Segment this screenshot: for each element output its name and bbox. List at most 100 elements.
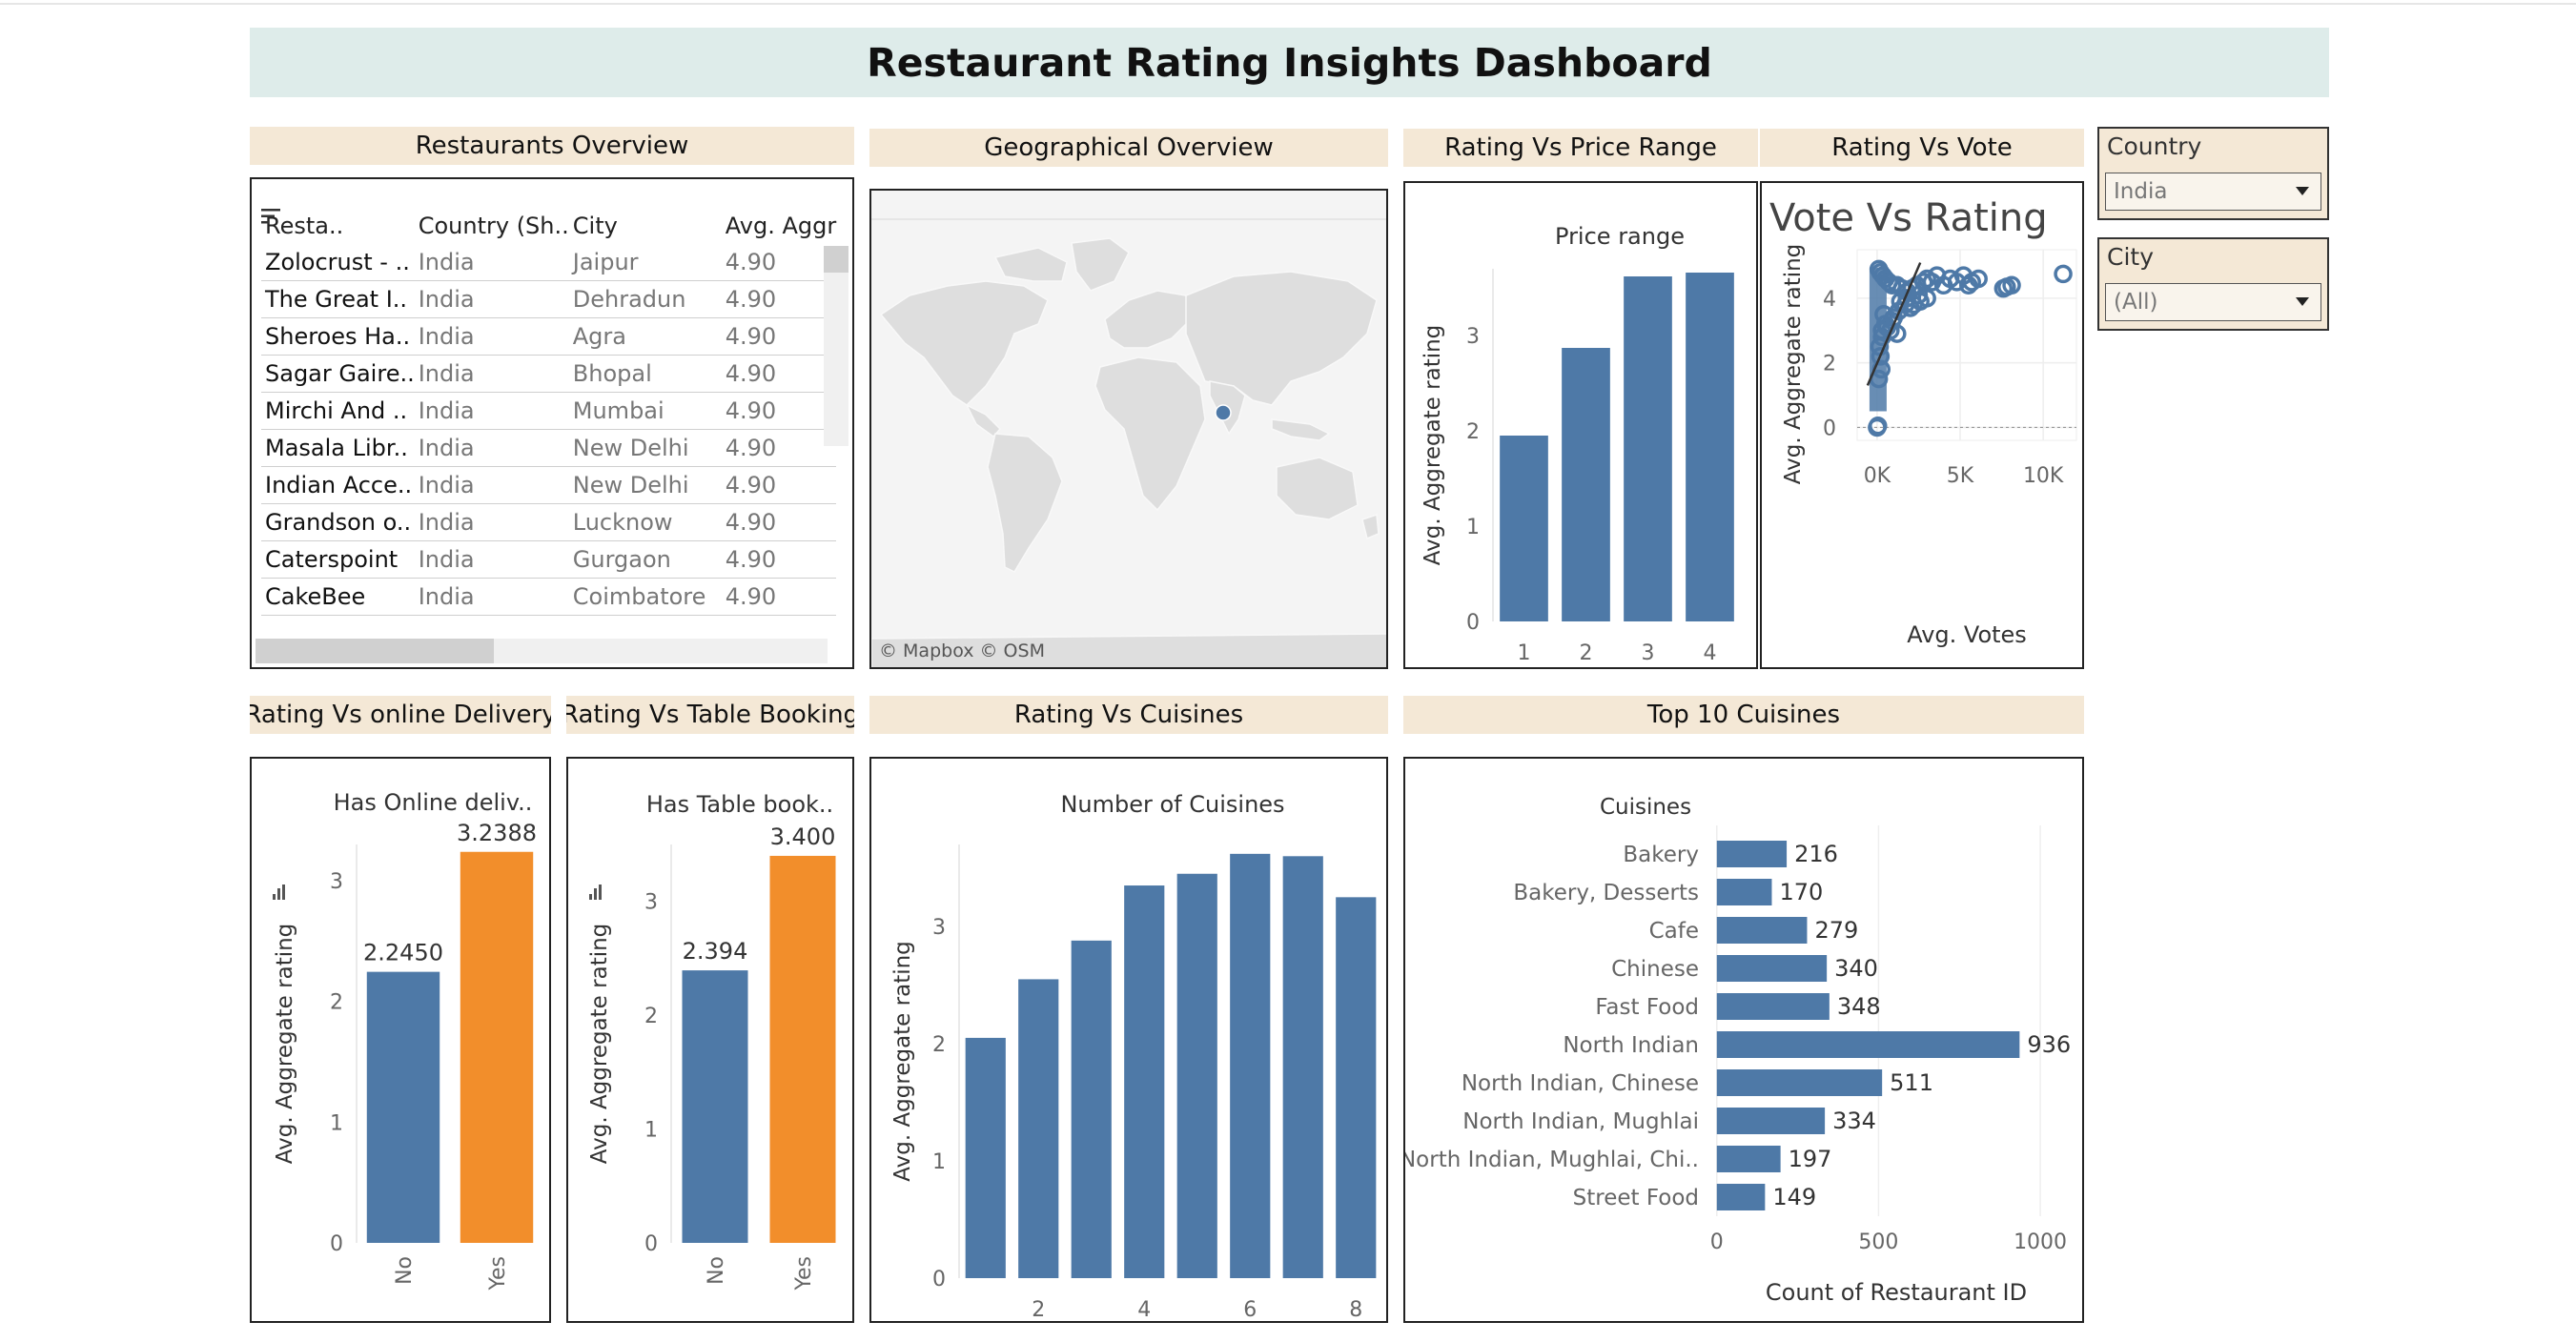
cell-restaurant: Zolocrust - ..	[261, 244, 415, 281]
x-tick-label: 0	[1710, 1230, 1724, 1254]
table-row[interactable]: Sheroes Ha.. India Agra 4.90	[261, 317, 837, 356]
bar-6	[1230, 853, 1271, 1278]
cell-country: India	[414, 280, 569, 318]
y-tick-label: 0	[644, 1232, 658, 1256]
cell-city: Lucknow	[568, 503, 722, 541]
x-tick-label: 5K	[1947, 464, 1974, 488]
chart-title: Has Table book..	[646, 791, 833, 818]
data-label: 2.394	[683, 938, 748, 965]
cell-avg-rating: 4.90	[721, 392, 837, 430]
y-tick-label: 2	[644, 1005, 658, 1028]
data-label: 216	[1794, 841, 1838, 867]
table-row[interactable]: Caterspoint India Gurgaon 4.90	[261, 540, 837, 579]
table-row[interactable]: Indian Acce.. India New Delhi 4.90	[261, 466, 837, 504]
map-credit: © Mapbox © OSM	[879, 640, 1045, 661]
data-label: 348	[1837, 993, 1881, 1020]
cell-city: Coimbatore	[568, 578, 722, 616]
geo-map-panel[interactable]: © Mapbox © OSM	[869, 189, 1388, 669]
table-booking-chart: Has Table book.. Avg. Aggregate rating 0 1 2…	[587, 791, 836, 1291]
cell-restaurant: Grandson o..	[261, 503, 415, 541]
table-booking-chart-panel: Has Table book.. Avg. Aggregate rating 0 1 2…	[566, 757, 854, 1323]
bar-1	[965, 1037, 1006, 1278]
india-location-marker[interactable]	[1215, 404, 1232, 421]
table-row[interactable]: CakeBee India Coimbatore 4.90	[261, 578, 837, 616]
header-rating-vs-vote: Rating Vs Vote	[1760, 129, 2084, 167]
x-tick-label: 0K	[1864, 464, 1891, 488]
bar-chart-icon	[594, 888, 597, 900]
y-tick-label: 0	[1466, 611, 1480, 635]
data-label: 2.2450	[363, 940, 443, 966]
y-tick-label: North Indian, Chinese	[1462, 1071, 1699, 1096]
city-dropdown[interactable]: (All)	[2105, 283, 2321, 321]
scatter-point	[2054, 264, 2073, 284]
cell-restaurant: Sheroes Ha..	[261, 317, 415, 356]
bar-chart-icon	[589, 894, 592, 900]
bar-3	[1624, 276, 1672, 621]
bar-4	[1686, 273, 1734, 621]
table-row[interactable]: Grandson o.. India Lucknow 4.90	[261, 503, 837, 541]
x-tick-label: 4	[1704, 641, 1717, 665]
cell-avg-rating: 4.90	[721, 429, 837, 467]
cell-restaurant: Sagar Gaire..	[261, 355, 415, 393]
vote-rating-chart: Vote Vs Rating 0 2 4 0K 5K 10K Avg. Aggregate r…	[1769, 196, 2077, 648]
data-label: 3.400	[770, 824, 836, 850]
cuisines-count-chart-panel: Number of Cuisines Avg. Aggregate rating 0…	[869, 757, 1388, 1323]
y-tick-label: 2	[932, 1033, 946, 1057]
y-tick-label: 1	[644, 1119, 658, 1143]
online-delivery-chart: Has Online deliv.. Avg. Aggregate rating 0…	[273, 789, 537, 1291]
y-axis-label: Avg. Aggregate rating	[273, 924, 297, 1165]
chevron-down-icon	[2296, 187, 2309, 195]
cell-country: India	[414, 392, 569, 430]
table-row[interactable]: Masala Libr.. India New Delhi 4.90	[261, 429, 837, 467]
bar-cuisine	[1716, 1069, 1883, 1096]
y-axis-label: Avg. Aggregate rating	[1421, 325, 1445, 566]
horizontal-scrollbar-thumb[interactable]	[256, 639, 494, 663]
bar-yes	[769, 855, 836, 1243]
table-row[interactable]: Sagar Gaire.. India Bhopal 4.90	[261, 355, 837, 393]
header-restaurants-overview: Restaurants Overview	[250, 127, 854, 165]
y-axis-label: Avg. Aggregate rating	[587, 924, 612, 1165]
price-range-chart: Price range Avg. Aggregate rating 0 1 2 3 1 2 3 4	[1421, 223, 1734, 665]
table-header-row: Resta.. Country (Sh.. City Avg. Aggr	[261, 208, 836, 244]
bar-2	[1018, 979, 1059, 1278]
bar-yes	[460, 851, 534, 1243]
y-tick-label: Chinese	[1611, 957, 1699, 982]
chart-title: Cuisines	[1600, 795, 1691, 820]
data-label: 279	[1814, 917, 1858, 944]
bar-cuisine	[1716, 917, 1808, 944]
vote-rating-chart-panel: Vote Vs Rating 0 2 4 0K 5K 10K Avg. Aggregate r…	[1760, 181, 2084, 669]
cell-avg-rating: 4.90	[721, 355, 837, 393]
cell-restaurant: The Great I..	[261, 280, 415, 318]
data-label: 936	[2027, 1031, 2071, 1058]
y-tick-label: North Indian, Mughlai	[1462, 1109, 1699, 1134]
bar-chart-icon	[282, 884, 285, 900]
bar-2	[1562, 348, 1610, 621]
column-header-restaurant[interactable]: Resta..	[261, 208, 415, 244]
vertical-scrollbar[interactable]	[824, 246, 848, 446]
cell-restaurant: Mirchi And ..	[261, 392, 415, 430]
bar-7	[1282, 856, 1323, 1278]
cell-avg-rating: 4.90	[721, 540, 837, 579]
world-map[interactable]	[871, 191, 1388, 669]
column-header-city[interactable]: City	[569, 208, 722, 244]
x-tick-label: 1000	[2014, 1230, 2067, 1254]
y-axis-label: Avg. Aggregate rating	[1781, 244, 1806, 485]
table-row[interactable]: The Great I.. India Dehradun 4.90	[261, 280, 837, 318]
chevron-down-icon	[2296, 297, 2309, 306]
cell-avg-rating: 4.90	[721, 244, 837, 281]
column-header-country[interactable]: Country (Sh..	[415, 208, 569, 244]
vertical-scrollbar-thumb[interactable]	[824, 246, 848, 273]
bar-cuisine	[1716, 1108, 1826, 1134]
bar-cuisine	[1716, 1184, 1766, 1210]
table-row[interactable]: Mirchi And .. India Mumbai 4.90	[261, 392, 837, 430]
x-tick-label: 500	[1858, 1230, 1898, 1254]
cell-city: Mumbai	[568, 392, 722, 430]
column-header-avg-rating[interactable]: Avg. Aggr	[722, 208, 836, 244]
bar-cuisine	[1716, 841, 1788, 867]
bar-8	[1336, 897, 1377, 1278]
country-dropdown[interactable]: India	[2105, 173, 2321, 211]
header-rating-vs-booking: Rating Vs Table Booking	[566, 696, 854, 734]
y-tick-label: 1	[1466, 516, 1480, 539]
table-row[interactable]: Zolocrust - .. India Jaipur 4.90	[261, 244, 837, 281]
cell-avg-rating: 4.90	[721, 578, 837, 616]
